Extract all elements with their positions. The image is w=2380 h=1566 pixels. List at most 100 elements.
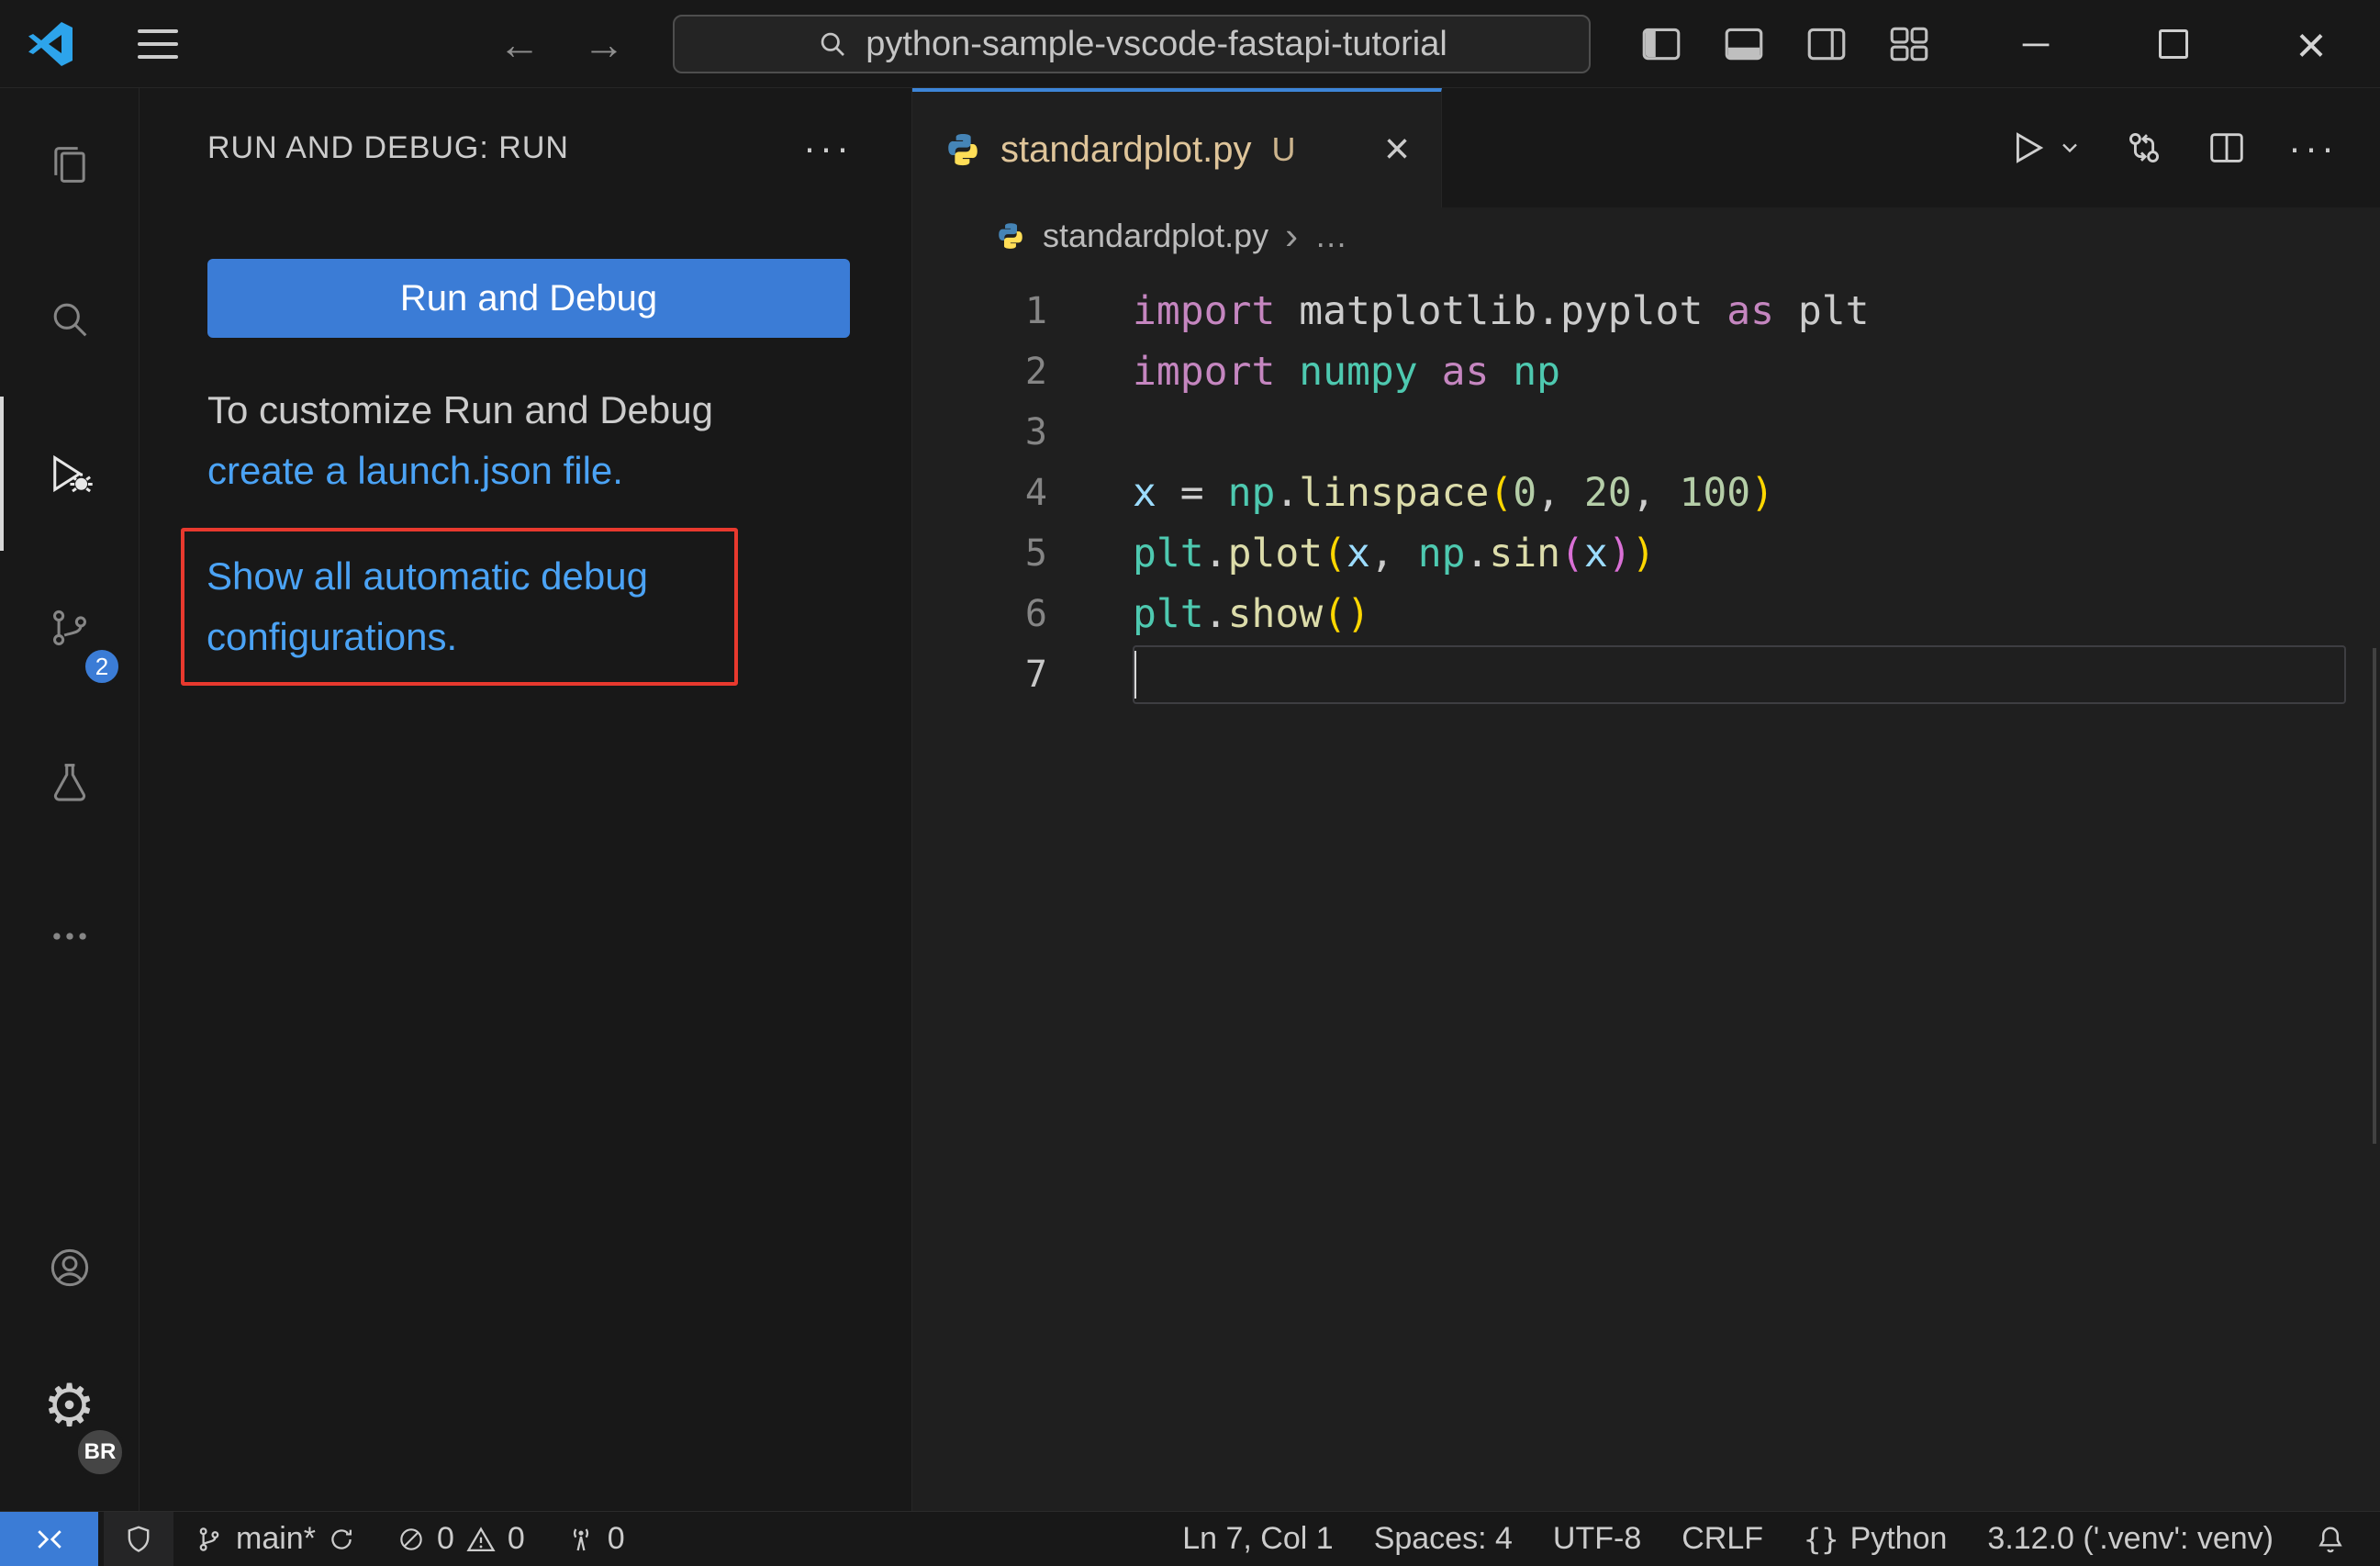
status-bar-right: Ln 7, Col 1 Spaces: 4 UTF-8 CRLF {} Pyth… <box>1162 1512 2380 1566</box>
open-changes-icon[interactable] <box>2123 127 2165 169</box>
braces-icon: {} <box>1804 1521 1839 1557</box>
activity-account[interactable] <box>0 1199 139 1337</box>
code-line[interactable]: 3 <box>912 402 2380 463</box>
language-label: Python <box>1849 1521 1948 1556</box>
branch-label: main* <box>236 1521 316 1556</box>
toggle-sidebar-left-icon[interactable] <box>1638 21 1684 67</box>
code-line-content: import matplotlib.pyplot as plt <box>1133 288 1870 334</box>
eol: CRLF <box>1682 1521 1764 1556</box>
search-icon <box>816 28 849 61</box>
code-line[interactable]: 5 plt. plot(x, np. sin(x)) <box>912 523 2380 584</box>
run-debug-icon <box>46 450 94 498</box>
code-line[interactable]: 4 x = np. linspace(0, 20, 100) <box>912 463 2380 523</box>
profile-badge: BR <box>74 1426 126 1478</box>
warning-count: 0 <box>507 1521 525 1556</box>
breadcrumb-more[interactable]: … <box>1314 217 1347 255</box>
code-line[interactable]: 2 import numpy as np <box>912 341 2380 402</box>
main-area: 2 ⚙ BR RUN AND DEBUG: RUN ··· Run and De… <box>0 88 2380 1511</box>
show-auto-configs-link[interactable]: Show all automatic debug configurations. <box>207 546 712 667</box>
customize-line: To customize Run and Debug <box>207 388 713 431</box>
branch-item[interactable]: main* <box>173 1512 376 1566</box>
bell-icon <box>2314 1523 2347 1556</box>
view-more-actions-icon[interactable]: ··· <box>803 129 853 167</box>
line-number: 6 <box>1024 593 1047 635</box>
code-area[interactable]: 1 import matplotlib.pyplot as plt 2 import … <box>912 264 2380 1511</box>
annotation-red-box: Show all automatic debug configurations. <box>181 528 738 686</box>
python-file-icon <box>944 130 982 169</box>
indentation-item[interactable]: Spaces: 4 <box>1354 1512 1533 1566</box>
activity-bar: 2 ⚙ BR <box>0 88 140 1511</box>
breadcrumb-file[interactable]: standardplot.py <box>1043 217 1268 255</box>
run-and-debug-button[interactable]: Run and Debug <box>207 259 850 338</box>
source-control-icon <box>46 604 94 652</box>
line-number: 5 <box>1024 532 1047 575</box>
toggle-sidebar-right-icon[interactable] <box>1804 21 1849 67</box>
warnings-icon <box>465 1524 497 1555</box>
activity-search[interactable] <box>0 242 139 397</box>
vscode-window: { "title_bar": { "search_text": "python-… <box>0 0 2380 1566</box>
code-line[interactable]: 6 plt. show() <box>912 584 2380 644</box>
code-line-content: plt. plot(x, np. sin(x)) <box>1133 531 1656 576</box>
remote-icon <box>32 1522 67 1557</box>
activity-settings[interactable]: ⚙ BR <box>0 1337 139 1478</box>
activity-testing[interactable] <box>0 705 139 859</box>
gear-icon: ⚙ <box>42 1372 96 1438</box>
eol-item[interactable]: CRLF <box>1661 1512 1783 1566</box>
sidebar-header: RUN AND DEBUG: RUN ··· <box>207 129 853 167</box>
files-icon <box>46 141 94 189</box>
line-number: 3 <box>1024 411 1047 453</box>
create-launch-json-link[interactable]: create a launch.json file. <box>207 449 623 492</box>
maximize-icon <box>2159 29 2188 59</box>
tab-close-icon[interactable]: × <box>1384 128 1410 172</box>
search-text: python-sample-vscode-fastapi-tutorial <box>866 24 1447 63</box>
code-line-content: x = np. linspace(0, 20, 100) <box>1133 470 1775 516</box>
chevron-down-icon[interactable] <box>2057 135 2083 161</box>
breadcrumbs: standardplot.py › … <box>912 207 2380 264</box>
run-python-file-button[interactable] <box>2006 127 2083 169</box>
activity-explorer[interactable] <box>0 88 139 242</box>
forward-arrow-icon[interactable]: → <box>580 19 628 69</box>
activity-source-control[interactable]: 2 <box>0 551 139 705</box>
remote-indicator[interactable] <box>0 1512 98 1566</box>
activity-bar-bottom: ⚙ BR <box>0 1199 139 1511</box>
line-number: 1 <box>1024 290 1047 332</box>
maximize-button[interactable] <box>2105 0 2242 88</box>
minimize-button[interactable]: ─ <box>1967 0 2105 88</box>
workspace-trust-item[interactable] <box>104 1512 173 1566</box>
code-line[interactable]: 7 <box>912 644 2380 705</box>
python-interpreter-item[interactable]: 3.12.0 ('.venv': venv) <box>1967 1512 2294 1566</box>
cursor-position: Ln 7, Col 1 <box>1182 1521 1334 1556</box>
problems-item[interactable]: 0 0 <box>376 1512 545 1566</box>
shield-icon <box>122 1523 155 1556</box>
activity-run-debug[interactable] <box>0 397 139 551</box>
editor-actions: ··· <box>2006 88 2380 207</box>
status-bar: main* 0 0 0 Ln 7, Col 1 Spaces: 4 UTF-8 … <box>0 1511 2380 1566</box>
toggle-panel-bottom-icon[interactable] <box>1721 21 1767 67</box>
sync-icon <box>327 1525 356 1554</box>
customize-layout-icon[interactable] <box>1886 21 1932 67</box>
sidebar-title: RUN AND DEBUG: RUN <box>207 129 569 165</box>
activity-more[interactable] <box>0 859 139 1013</box>
menu-hamburger-icon[interactable] <box>138 28 178 59</box>
encoding-item[interactable]: UTF-8 <box>1533 1512 1661 1566</box>
tab-bar: standardplot.py U × ··· <box>912 88 2380 207</box>
ports-item[interactable]: 0 <box>545 1512 645 1566</box>
line-number: 2 <box>1024 351 1047 393</box>
editor-scrollbar[interactable] <box>2373 648 2376 1144</box>
close-button[interactable]: × <box>2242 0 2380 88</box>
tab-standardplot[interactable]: standardplot.py U × <box>912 88 1442 207</box>
editor-group: standardplot.py U × ··· standardplot.py … <box>912 88 2380 1511</box>
language-mode-item[interactable]: {} Python <box>1783 1512 1967 1566</box>
line-number: 7 <box>1024 654 1047 696</box>
notifications-item[interactable] <box>2294 1512 2367 1566</box>
command-center-search[interactable]: python-sample-vscode-fastapi-tutorial <box>673 15 1591 73</box>
play-icon <box>2006 127 2048 169</box>
cursor-position-item[interactable]: Ln 7, Col 1 <box>1162 1512 1353 1566</box>
split-editor-icon[interactable] <box>2206 127 2248 169</box>
customize-text: To customize Run and Debug create a laun… <box>207 380 856 501</box>
code-line[interactable]: 1 import matplotlib.pyplot as plt <box>912 281 2380 341</box>
back-arrow-icon[interactable]: ← <box>496 19 543 69</box>
editor-more-actions-icon[interactable]: ··· <box>2288 129 2338 167</box>
ellipsis-icon <box>46 912 94 960</box>
errors-icon <box>397 1525 426 1554</box>
